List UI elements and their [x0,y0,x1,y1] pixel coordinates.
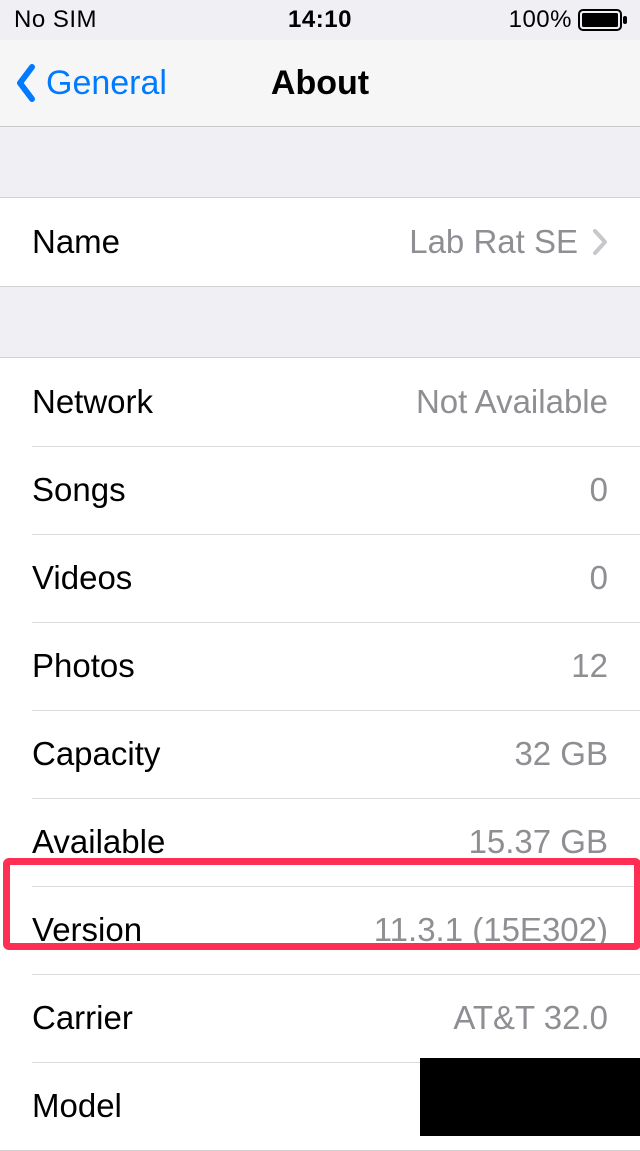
nav-bar: General About [0,40,640,127]
row-available: Available 15.37 GB [0,798,640,886]
row-value: Lab Rat SE [409,223,578,261]
status-battery: 100% [509,6,628,34]
chevron-right-icon [592,228,608,256]
info-section: Network Not Available Songs 0 Videos 0 P… [0,357,640,1151]
row-label: Capacity [32,735,160,773]
row-photos: Photos 12 [0,622,640,710]
row-label: Videos [32,559,132,597]
row-value: Not Available [416,383,608,421]
back-button-label: General [46,64,167,103]
row-value: 0 [590,471,608,509]
row-value: 12 [571,647,608,685]
row-carrier: Carrier AT&T 32.0 [0,974,640,1062]
redaction-block [420,1058,640,1136]
chevron-left-icon [14,63,38,103]
row-value: 32 GB [514,735,608,773]
row-value-wrap: Lab Rat SE [409,223,608,261]
row-value: 0 [590,559,608,597]
name-section: Name Lab Rat SE [0,197,640,287]
back-button[interactable]: General [0,63,167,103]
row-songs: Songs 0 [0,446,640,534]
group-spacer [0,127,640,197]
battery-percent-label: 100% [509,6,572,34]
status-bar: No SIM 14:10 100% [0,0,640,40]
row-network: Network Not Available [0,358,640,446]
row-version: Version 11.3.1 (15E302) [0,886,640,974]
page-title: About [271,64,369,103]
row-label: Songs [32,471,126,509]
status-time: 14:10 [288,6,352,34]
row-label: Model [32,1087,122,1125]
row-capacity: Capacity 32 GB [0,710,640,798]
row-value: 15.37 GB [469,823,608,861]
row-value: 11.3.1 (15E302) [374,911,608,949]
row-label: Available [32,823,165,861]
row-label: Photos [32,647,135,685]
group-spacer [0,287,640,357]
battery-icon [578,9,628,31]
row-label: Version [32,911,142,949]
row-name[interactable]: Name Lab Rat SE [0,198,640,286]
row-value: AT&T 32.0 [453,999,608,1037]
row-label: Name [32,223,120,261]
status-carrier: No SIM [14,6,97,34]
row-label: Network [32,383,153,421]
row-videos: Videos 0 [0,534,640,622]
row-label: Carrier [32,999,133,1037]
